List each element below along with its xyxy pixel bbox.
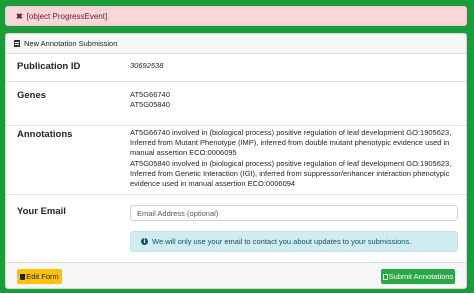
email-label: Your Email <box>17 206 66 217</box>
error-message: [object ProgressEvent] <box>26 11 108 21</box>
document-icon <box>14 40 20 47</box>
annotation-item: AT5G66740 involved in (biological proces… <box>130 128 452 158</box>
gene-item: AT5G05840 <box>130 100 170 110</box>
card-header: New Annotation Submission <box>6 34 466 54</box>
genes-list: AT5G66740 AT5G05840 <box>130 90 460 110</box>
info-icon: i <box>141 238 148 245</box>
email-input[interactable] <box>130 205 458 221</box>
email-info-box: i We will only use your email to contact… <box>130 231 458 252</box>
genes-label: Genes <box>17 90 47 101</box>
trash-icon <box>20 273 26 280</box>
annotations-list: AT5G66740 involved in (biological proces… <box>130 128 460 189</box>
edit-form-button[interactable]: Edit Form <box>17 269 62 284</box>
annotations-row: Annotations AT5G66740 involved in (biolo… <box>6 126 466 195</box>
error-alert: ✖ [object ProgressEvent] <box>5 6 467 26</box>
email-info-text: We will only use your email to contact y… <box>152 237 412 246</box>
card-footer: Edit Form Submit Annotations <box>6 262 466 288</box>
genes-row: Genes AT5G66740 AT5G05840 <box>6 82 466 126</box>
edit-form-label: Edit Form <box>26 272 59 281</box>
publication-label: Publication ID <box>17 61 81 72</box>
gene-item: AT5G66740 <box>130 90 170 99</box>
annotation-card: New Annotation Submission Publication ID… <box>5 33 467 289</box>
publication-row: Publication ID 30692538 <box>6 53 466 82</box>
annotation-item: AT5G05840 involved in (biological proces… <box>130 158 452 189</box>
publication-id: 30692538 <box>130 61 164 70</box>
close-icon: ✖ <box>16 11 23 21</box>
save-icon <box>382 273 388 280</box>
submit-annotations-button[interactable]: Submit Annotations <box>381 269 455 284</box>
annotations-label: Annotations <box>17 129 73 140</box>
submit-annotations-label: Submit Annotations <box>388 272 454 281</box>
card-title: New Annotation Submission <box>24 39 118 48</box>
